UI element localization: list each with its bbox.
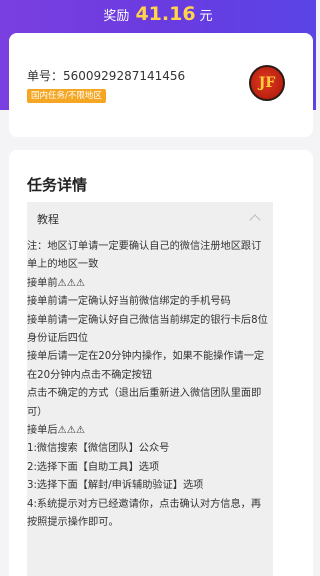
tutorial-line: 点击不确定的方式（退出后重新进入微信团队里面即可）	[27, 388, 262, 418]
accordion-header[interactable]: 教程	[27, 202, 273, 234]
reward-amount: 41.16	[135, 3, 196, 25]
order-card: 单号：5600929287141456 国内任务/不限地区 JF	[9, 33, 313, 137]
tutorial-line: 4:系统提示对方已经邀请你，点击确认对方信息，再按照提示操作即可。	[27, 498, 262, 529]
tutorial-line: 接单前请一定确认好当前微信绑定的手机号码	[27, 296, 231, 308]
tutorial-line: 3:选择下面【解封/申诉辅助验证】选项	[27, 480, 204, 492]
reward-display: 奖励 41.16 元	[0, 0, 316, 28]
tutorial-line: 接单后⚠⚠⚠	[27, 425, 85, 437]
section-title: 任务详情	[27, 176, 88, 194]
tutorial-line: 接单前⚠⚠⚠	[27, 277, 85, 289]
accordion-title: 教程	[37, 213, 59, 226]
region-tag: 国内任务/不限地区	[27, 89, 106, 103]
reward-label: 奖励	[103, 8, 130, 24]
accordion-body: 注：地区订单请一定要确认自己的微信注册地区跟订单上的地区一致 接单前⚠⚠⚠ 接单…	[27, 238, 273, 533]
order-number: 单号：5600929287141456	[27, 69, 186, 83]
tutorial-line: 接单后请一定在20分钟内操作，如果不能操作请一定在20分钟内点击不确定按钮	[27, 351, 265, 381]
chevron-up-icon[interactable]	[249, 214, 261, 226]
tutorial-line: 1:微信搜索【微信团队】公众号	[27, 443, 170, 455]
tutorial-line: 注：地区订单请一定要确认自己的微信注册地区跟订单上的地区一致	[27, 241, 262, 271]
tutorial-line: 接单前请一定确认好自己微信当前绑定的银行卡后8位身份证后四位	[27, 314, 268, 345]
avatar-text: JF	[258, 75, 276, 91]
avatar: JF	[249, 65, 285, 101]
tutorial-line: 2:选择下面【自助工具】选项	[27, 461, 160, 473]
task-details-card: 任务详情 教程 注：地区订单请一定要确认自己的微信注册地区跟订单上的地区一致 接…	[9, 150, 313, 576]
reward-unit: 元	[199, 8, 213, 24]
tutorial-accordion: 教程 注：地区订单请一定要确认自己的微信注册地区跟订单上的地区一致 接单前⚠⚠⚠…	[27, 202, 273, 576]
